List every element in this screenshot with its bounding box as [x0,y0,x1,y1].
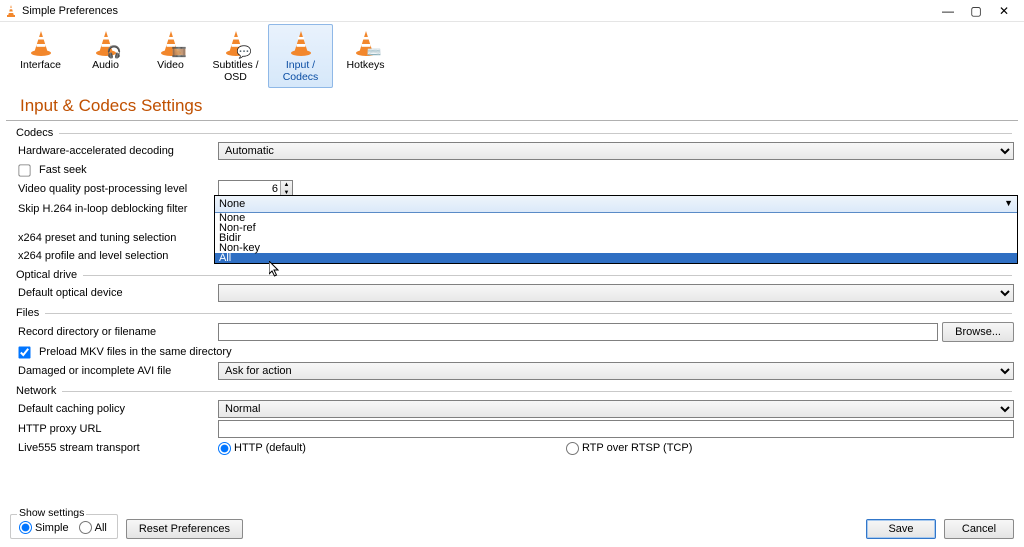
dropdown-skip-deblocking[interactable]: None ▼ None Non-ref Bidir Non-key All [214,195,1018,264]
cone-icon: 💬 [222,29,250,57]
dropdown-option[interactable]: Non-key [215,243,1017,253]
group-header-network: Network [10,381,1014,399]
group-header-files: Files [10,303,1014,321]
label-x264-preset: x264 preset and tuning selection [18,232,218,244]
label-record-dir: Record directory or filename [18,326,218,338]
form-body: Codecs Hardware-accelerated decoding Aut… [0,121,1024,457]
category-label: Video [157,59,184,71]
select-default-optical[interactable] [218,284,1014,302]
close-button[interactable]: ✕ [990,4,1018,18]
category-audio[interactable]: 🎧 Audio [73,24,138,88]
select-caching-policy[interactable]: Normal [218,400,1014,418]
preload-mkv-label: Preload MKV files in the same directory [39,346,232,358]
label-caching-policy: Default caching policy [18,403,218,415]
radio-show-simple[interactable]: Simple [19,521,69,534]
spin-value: 6 [272,183,278,195]
radio-rtp-rtsp[interactable]: RTP over RTSP (TCP) [566,442,692,455]
vlc-app-icon [4,4,18,18]
browse-button[interactable]: Browse... [942,322,1014,342]
maximize-button[interactable]: ▢ [962,4,990,18]
category-interface[interactable]: Interface [8,24,73,88]
save-button[interactable]: Save [866,519,936,539]
label-damaged-avi: Damaged or incomplete AVI file [18,365,218,377]
chevron-down-icon: ▼ [1004,198,1013,210]
label-default-optical: Default optical device [18,287,218,299]
keyboard-icon: ⌨️ [367,46,382,58]
cone-icon [27,29,55,57]
label-x264-profile: x264 profile and level selection [18,250,218,262]
titlebar: Simple Preferences — ▢ ✕ [0,0,1024,22]
footer-bar: Show settings Simple All Reset Preferenc… [0,510,1024,547]
cone-icon: 🎧 [92,29,120,57]
speech-icon: 💬 [237,46,252,58]
minimize-button[interactable]: — [934,4,962,18]
dropdown-selected[interactable]: None ▼ [215,196,1017,213]
cone-icon [287,29,315,57]
category-label: Interface [20,59,61,71]
category-label: Input / Codecs [283,59,319,83]
fast-seek-input[interactable] [18,164,30,176]
category-label: Hotkeys [347,59,385,71]
category-label: Audio [92,59,119,71]
checkbox-fast-seek[interactable]: Fast seek [18,164,218,177]
page-title: Input & Codecs Settings [6,88,1018,121]
checkbox-preload-mkv[interactable]: Preload MKV files in the same directory [18,346,232,359]
label-hw-decode: Hardware-accelerated decoding [18,145,218,157]
category-video[interactable]: 🎞️ Video [138,24,203,88]
category-input-codecs[interactable]: Input / Codecs [268,24,333,88]
category-subtitles[interactable]: 💬 Subtitles / OSD [203,24,268,88]
fast-seek-label: Fast seek [39,164,87,176]
cancel-button[interactable]: Cancel [944,519,1014,539]
film-icon: 🎞️ [172,46,187,58]
category-hotkeys[interactable]: ⌨️ Hotkeys [333,24,398,88]
headphones-icon: 🎧 [107,46,122,58]
input-http-proxy[interactable] [218,420,1014,438]
dropdown-option[interactable]: Non-ref [215,223,1017,233]
cone-icon: 🎞️ [157,29,185,57]
dropdown-option[interactable]: Bidir [215,233,1017,243]
label-skip-deblocking: Skip H.264 in-loop deblocking filter [18,203,218,215]
input-record-dir[interactable] [218,323,938,341]
cone-icon: ⌨️ [352,29,380,57]
label-video-quality: Video quality post-processing level [18,183,218,195]
category-toolbar: Interface 🎧 Audio 🎞️ Video 💬 Subtitles /… [0,22,1024,88]
show-settings-legend: Show settings [17,507,86,519]
window-title: Simple Preferences [22,5,118,17]
category-label: Subtitles / OSD [212,59,258,83]
radio-http-default[interactable]: HTTP (default) [218,442,306,455]
select-damaged-avi[interactable]: Ask for action [218,362,1014,380]
dropdown-option[interactable]: None [215,213,1017,223]
group-header-codecs: Codecs [10,123,1014,141]
dropdown-option[interactable]: All [215,253,1017,263]
label-http-proxy: HTTP proxy URL [18,423,218,435]
radio-show-all[interactable]: All [79,521,107,534]
show-settings-group: Show settings Simple All [10,514,118,539]
label-live555: Live555 stream transport [18,442,218,454]
reset-button[interactable]: Reset Preferences [126,519,243,539]
group-header-optical: Optical drive [10,265,1014,283]
preload-mkv-input[interactable] [18,346,30,358]
select-hw-decode[interactable]: Automatic [218,142,1014,160]
